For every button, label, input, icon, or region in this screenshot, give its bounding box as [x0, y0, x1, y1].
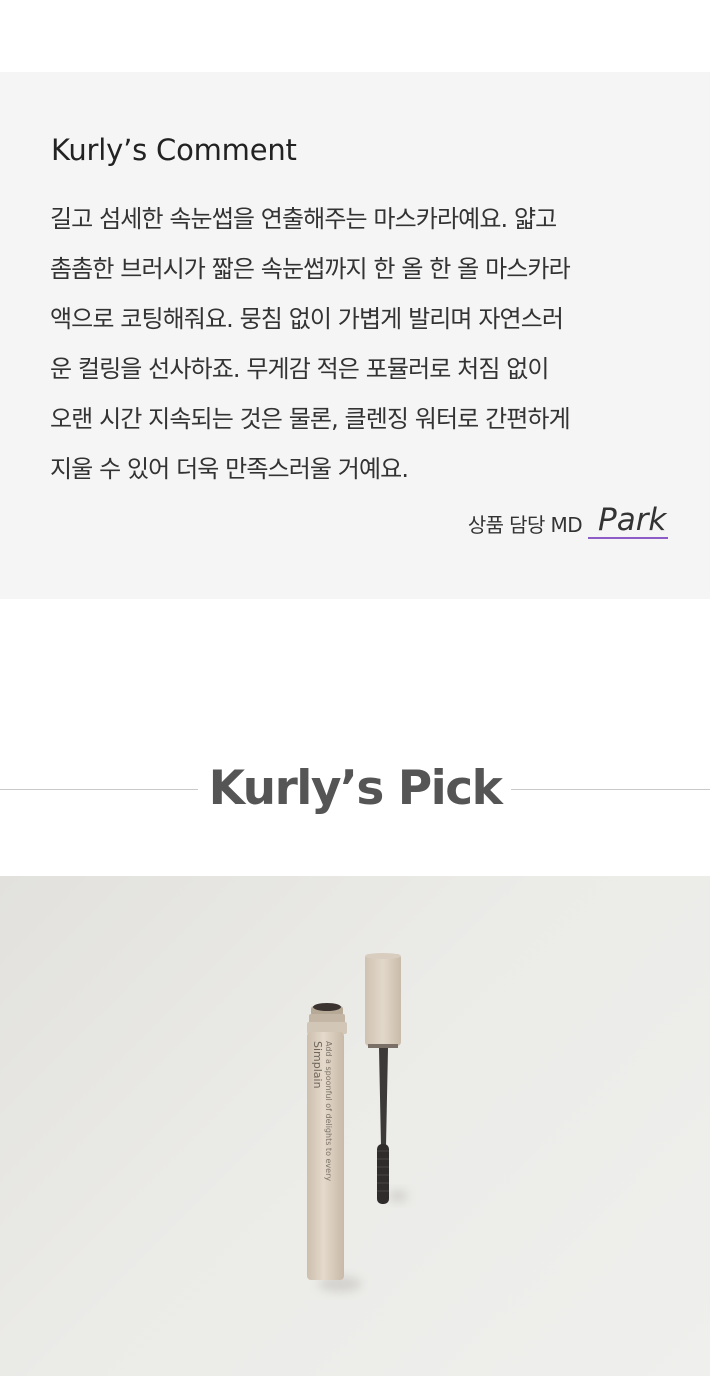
comment-line: 운 컬링을 선사하죠. 무게감 적은 포뮬러로 처짐 없이: [50, 355, 550, 383]
md-label: 상품 담당 MD: [467, 513, 583, 537]
md-signature-block: 상품 담당 MD Park: [468, 496, 668, 542]
md-signature: Park: [588, 502, 668, 539]
kurlys-pick-heading: Kurly’s Pick: [0, 745, 710, 835]
mascara-illustration: Simplain Add a spoonful of delights to e…: [307, 953, 408, 1292]
comment-body: 길고 섬세한 속눈썹을 연출해주는 마스카라예요. 얇고 촘촘한 브러시가 짧은…: [50, 194, 670, 494]
comment-line: 오랜 시간 지속되는 것은 물론, 클렌징 워터로 간편하게: [50, 405, 571, 433]
comment-line: 지울 수 있어 더욱 만족스러울 거예요.: [50, 455, 409, 483]
comment-title: Kurly’s Comment: [51, 133, 297, 167]
tube-tagline-text: Add a spoonful of delights to every: [324, 1041, 333, 1181]
comment-line: 길고 섬세한 속눈썹을 연출해주는 마스카라예요. 얇고: [50, 205, 557, 233]
comment-line: 촘촘한 브러시가 짧은 속눈썹까지 한 올 한 올 마스카라: [50, 255, 571, 283]
product-photo: Simplain Add a spoonful of delights to e…: [0, 876, 710, 1376]
mascara-tube: Simplain Add a spoonful of delights to e…: [307, 1003, 347, 1280]
svg-text:Park: Park: [598, 502, 667, 538]
mascara-wand: [365, 953, 401, 1204]
divider-right: [511, 789, 710, 790]
kurlys-comment-box: Kurly’s Comment 길고 섬세한 속눈썹을 연출해주는 마스카라예요…: [0, 72, 710, 599]
tube-brand-text: Simplain: [311, 1041, 324, 1089]
wand-shadow: [388, 1190, 408, 1202]
comment-line: 액으로 코팅해줘요. 뭉침 없이 가볍게 발리며 자연스러: [50, 305, 564, 333]
